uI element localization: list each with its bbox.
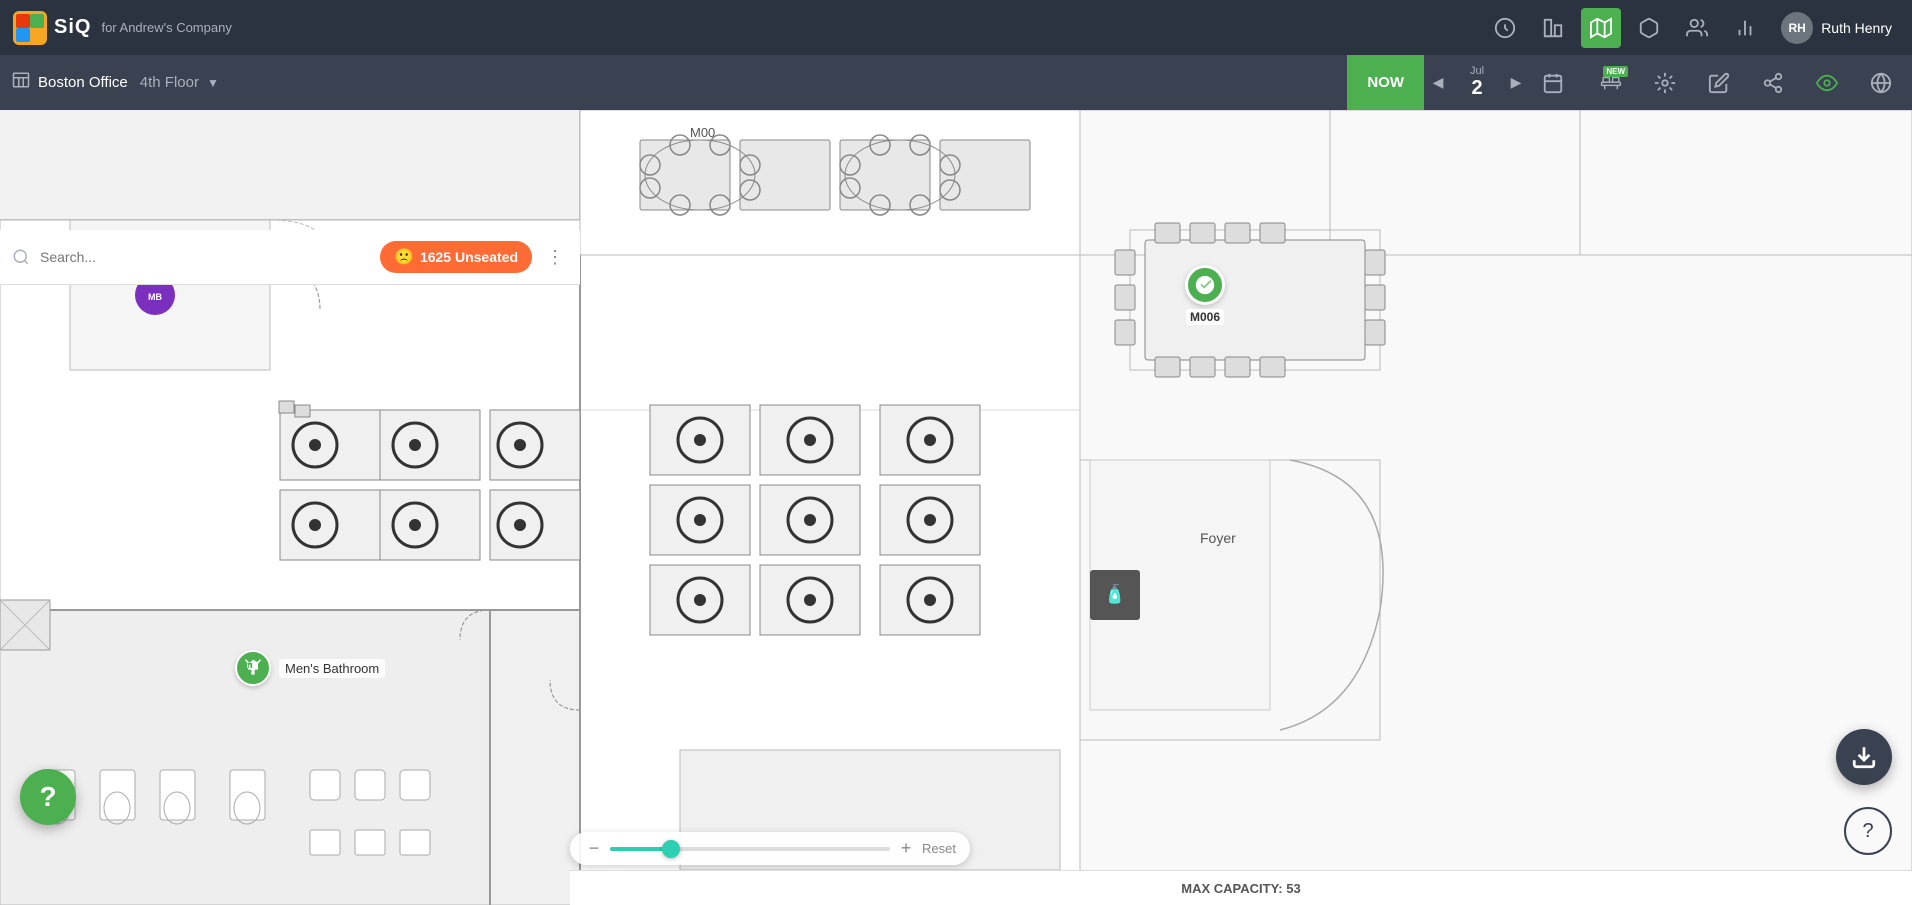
- help-br-button[interactable]: ?: [1844, 807, 1892, 855]
- desk-booking-icon[interactable]: NEW: [1592, 64, 1630, 102]
- search-bar: 🙁 1625 Unseated ⋮: [0, 230, 580, 285]
- box-icon[interactable]: [1629, 8, 1669, 48]
- date-month: Jul: [1470, 65, 1484, 77]
- buildings-icon[interactable]: [1533, 8, 1573, 48]
- user-menu[interactable]: RH Ruth Henry: [1773, 12, 1900, 44]
- eye-icon[interactable]: [1808, 64, 1846, 102]
- office-selector[interactable]: Boston Office 4th Floor ▼: [12, 71, 219, 94]
- new-badge: NEW: [1603, 66, 1628, 77]
- svg-text:MB: MB: [148, 292, 162, 302]
- max-capacity-bar: MAX CAPACITY: 53: [570, 870, 1912, 905]
- user-name: Ruth Henry: [1821, 20, 1892, 36]
- max-capacity-text: MAX CAPACITY: 53: [1181, 881, 1300, 896]
- bathroom-marker: Men's Bathroom: [235, 650, 385, 686]
- globe-icon[interactable]: [1862, 64, 1900, 102]
- zoom-plus-button[interactable]: +: [896, 838, 916, 859]
- reset-button[interactable]: Reset: [922, 841, 956, 856]
- top-navigation: SiQ for Andrew's Company RH Ruth Henry: [0, 0, 1912, 55]
- bathroom-icon: [235, 650, 271, 686]
- company-name: for Andrew's Company: [101, 20, 231, 35]
- zoom-minus-button[interactable]: −: [584, 838, 604, 859]
- map-icon[interactable]: [1581, 8, 1621, 48]
- building-icon: [12, 71, 30, 94]
- search-input[interactable]: [40, 249, 370, 265]
- search-icon: [12, 248, 30, 266]
- notifications-icon[interactable]: [1485, 8, 1525, 48]
- bathroom-label: Men's Bathroom: [279, 659, 385, 678]
- date-navigation: NOW ◀ Jul 2 ▶: [1347, 55, 1576, 110]
- office-name: Boston Office: [38, 74, 128, 91]
- date-display: Jul 2: [1452, 55, 1502, 110]
- m006-label: M006: [1186, 309, 1224, 325]
- logo-area: SiQ for Andrew's Company: [12, 10, 232, 46]
- wayfinding-icon[interactable]: [1646, 64, 1684, 102]
- date-day: 2: [1471, 77, 1482, 100]
- help-br-icon: ?: [1862, 820, 1873, 843]
- help-button[interactable]: ?: [20, 769, 76, 825]
- chart-icon[interactable]: [1725, 8, 1765, 48]
- avatar: RH: [1781, 12, 1813, 44]
- m00-label: M00: [690, 125, 715, 140]
- secondary-navigation: Boston Office 4th Floor ▼ NOW ◀ Jul 2 ▶ …: [0, 55, 1912, 110]
- zoom-slider[interactable]: [610, 847, 890, 851]
- download-button[interactable]: [1836, 729, 1892, 785]
- unseated-badge[interactable]: 🙁 1625 Unseated: [380, 241, 532, 273]
- m006-marker: M006: [1185, 265, 1225, 325]
- help-icon: ?: [39, 781, 56, 813]
- share-icon[interactable]: [1754, 64, 1792, 102]
- floor-plan-area[interactable]: 🙁 1625 Unseated ⋮: [0, 110, 1912, 905]
- dropdown-arrow-icon: ▼: [207, 76, 219, 90]
- now-button[interactable]: NOW: [1347, 55, 1424, 110]
- siq-logo-icon: [12, 10, 48, 46]
- unseated-count: 1625 Unseated: [420, 249, 518, 265]
- zoom-control: − + Reset: [570, 832, 970, 865]
- calendar-button[interactable]: [1530, 55, 1576, 110]
- edit-icon[interactable]: [1700, 64, 1738, 102]
- floor-name: 4th Floor: [140, 74, 199, 91]
- app-name: SiQ: [54, 16, 91, 39]
- unseated-emoji-icon: 🙁: [394, 247, 414, 267]
- search-more-button[interactable]: ⋮: [542, 243, 568, 272]
- date-next-button[interactable]: ▶: [1502, 55, 1530, 110]
- date-prev-button[interactable]: ◀: [1424, 55, 1452, 110]
- svg-text:🧴: 🧴: [1104, 583, 1126, 604]
- m006-icon: [1185, 265, 1225, 305]
- foyer-label: Foyer: [1200, 530, 1236, 546]
- people-icon[interactable]: [1677, 8, 1717, 48]
